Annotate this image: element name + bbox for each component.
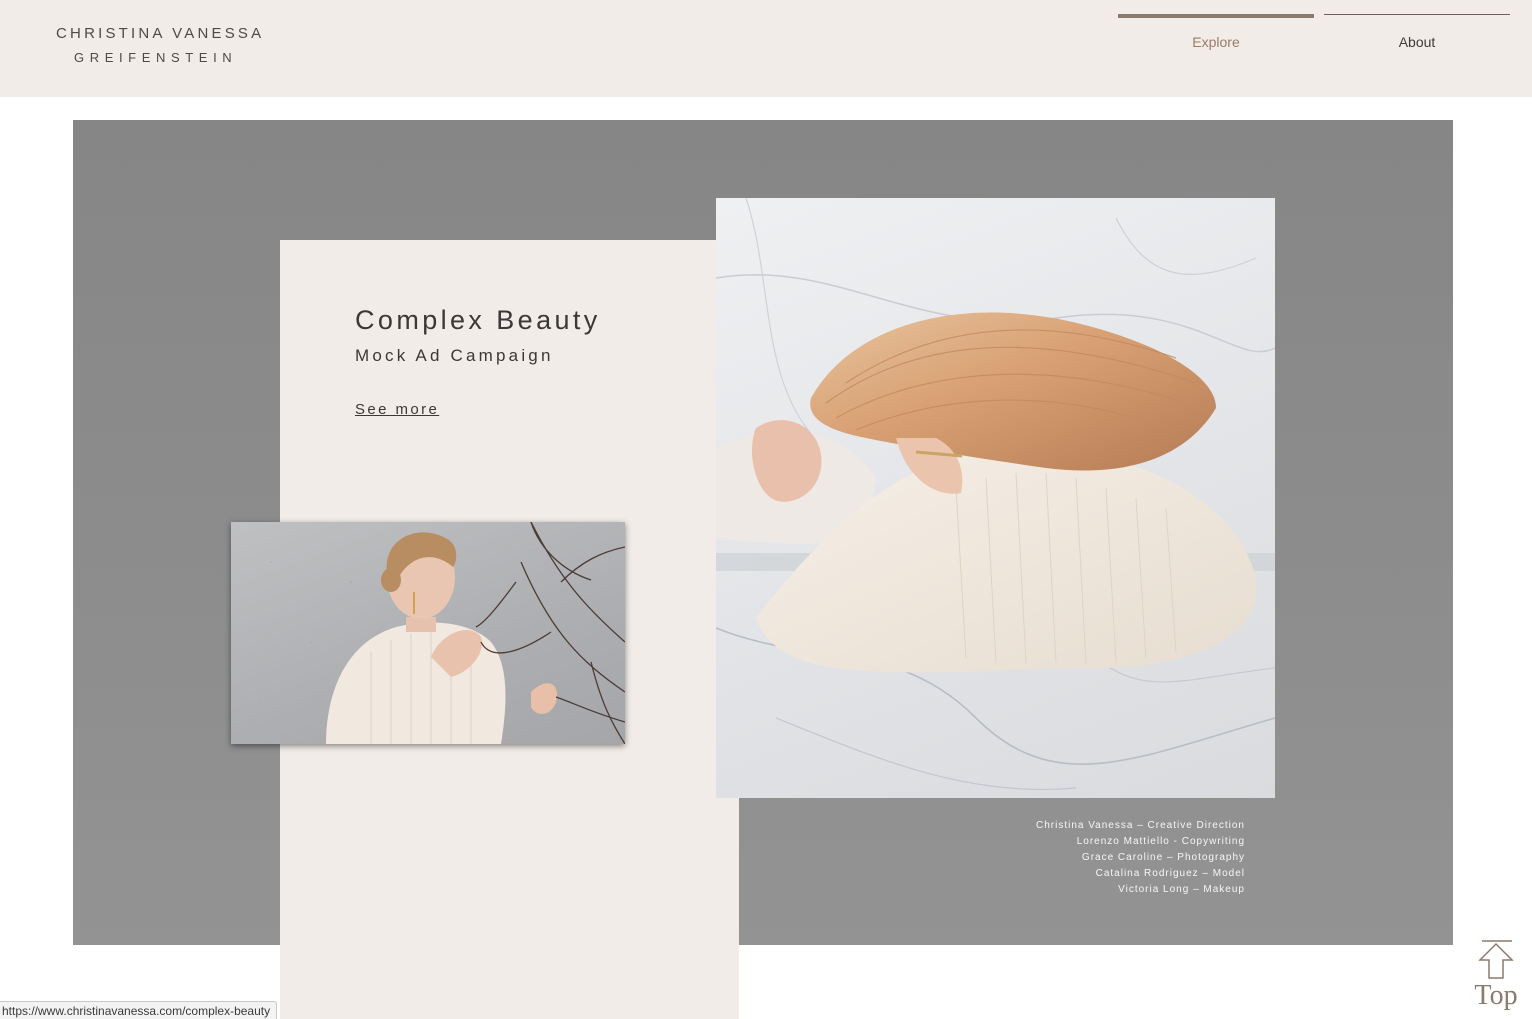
nav-label-explore: Explore: [1192, 34, 1240, 50]
credit-line: Catalina Rodriguez – Model: [1095, 868, 1245, 879]
nav-indicator-about: [1324, 14, 1510, 15]
nav-item-about[interactable]: About: [1324, 0, 1510, 60]
credit-line: Victoria Long – Makeup: [1118, 884, 1245, 895]
nav-label-about: About: [1398, 34, 1436, 50]
detail-photo-illustration: [260, 522, 625, 744]
browser-status-url: https://www.christinavanessa.com/complex…: [0, 1001, 278, 1019]
site-logo[interactable]: CHRISTINA VANESSA GREIFENSTEIN: [0, 0, 310, 97]
arrow-up-icon: [1478, 940, 1514, 979]
logo-name-first: CHRISTINA VANESSA: [56, 25, 265, 42]
credit-line: Lorenzo Mattiello - Copywriting: [1076, 836, 1245, 847]
project-subtitle: Mock Ad Campaign: [355, 346, 554, 365]
nav-item-explore[interactable]: Explore: [1118, 0, 1314, 60]
back-to-top-label: Top: [1474, 980, 1518, 1011]
credit-line: Christina Vanessa – Creative Direction: [1035, 820, 1245, 831]
credit-line: Grace Caroline – Photography: [1081, 852, 1245, 863]
nav-indicator-explore: [1118, 14, 1314, 18]
project-title: Complex Beauty: [355, 305, 601, 335]
project-credits: Christina Vanessa – Creative Direction L…: [930, 818, 1245, 898]
detail-photo[interactable]: [231, 522, 625, 744]
page: CHRISTINA VANESSA GREIFENSTEIN Explore A…: [0, 0, 1532, 1019]
back-to-top-button[interactable]: Top: [1468, 938, 1524, 1014]
hero-photo[interactable]: [716, 198, 1275, 798]
see-more-link[interactable]: See more: [355, 401, 439, 418]
site-header: CHRISTINA VANESSA GREIFENSTEIN Explore A…: [0, 0, 1532, 97]
hero-photo-illustration: [716, 198, 1275, 791]
logo-name-last: GREIFENSTEIN: [74, 50, 238, 65]
